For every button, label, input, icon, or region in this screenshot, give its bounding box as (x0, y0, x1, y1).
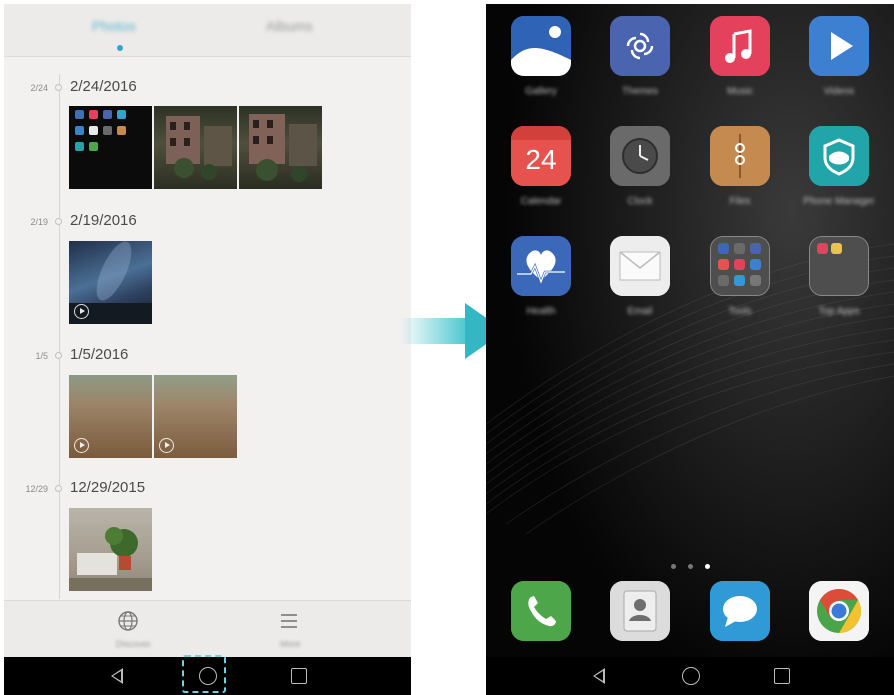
transition-arrow-shaft (400, 318, 468, 344)
files-app-icon[interactable] (710, 126, 770, 186)
home-screenshot-thumb (75, 110, 126, 151)
village-photo-thumb (249, 114, 317, 182)
clock-app-icon[interactable] (610, 126, 670, 186)
play-icon (74, 438, 89, 453)
timeline-node (55, 352, 62, 359)
app-label: Clock (627, 196, 653, 207)
calendar-app-icon[interactable]: 24 (511, 126, 571, 186)
chrome-app-icon[interactable] (809, 581, 869, 641)
app-label: Phone Manager (803, 196, 875, 207)
section-short-date: 2/24 (30, 83, 48, 93)
gallery-bottom-bar: Discover More (4, 600, 411, 658)
app-label: Top Apps (818, 306, 860, 317)
plant-photo-thumb (69, 527, 152, 591)
contacts-app-icon[interactable] (610, 581, 670, 641)
timeline-node (55, 84, 62, 91)
video-thumbnail[interactable] (154, 375, 237, 458)
timeline-node (55, 485, 62, 492)
photo-thumbnail[interactable] (154, 106, 237, 189)
app-label: Gallery (525, 86, 557, 97)
app-label: Themes (621, 86, 659, 97)
active-tab-indicator (117, 45, 123, 51)
village-photo-thumb (166, 116, 232, 180)
app-label: Files (729, 196, 751, 207)
gallery-app-icon[interactable] (511, 16, 571, 76)
phone-app-icon[interactable] (511, 581, 571, 641)
timeline-node (55, 218, 62, 225)
app-label: Email (627, 306, 653, 317)
home-icon[interactable] (682, 667, 700, 685)
photo-thumbnail[interactable] (69, 508, 152, 591)
gallery-screen: Photos Albums 2/24 2/24/2016 2/19 2/19/2… (4, 4, 411, 695)
photo-thumbnail[interactable] (239, 106, 322, 189)
tab-photos[interactable]: Photos (92, 18, 136, 40)
video-thumbnail[interactable] (69, 375, 152, 458)
globe-icon[interactable] (116, 609, 140, 633)
page-indicator (486, 556, 894, 574)
section-date: 2/24/2016 (70, 78, 137, 95)
video-thumbnail[interactable] (69, 241, 152, 324)
gallery-tab-bar: Photos Albums (4, 4, 411, 57)
back-icon[interactable] (593, 668, 605, 684)
page-dot (687, 564, 693, 569)
email-app-icon[interactable] (610, 236, 670, 296)
home-screen: Gallery Themes Music Videos 24 Calendar … (486, 4, 894, 695)
app-label: Calendar (520, 196, 562, 207)
back-icon[interactable] (111, 668, 123, 684)
recents-icon[interactable] (774, 668, 790, 684)
phone-manager-app-icon[interactable] (809, 126, 869, 186)
section-short-date: 2/19 (30, 217, 48, 227)
themes-app-icon[interactable] (610, 16, 670, 76)
app-label: Tools (728, 306, 752, 317)
menu-icon[interactable] (277, 609, 301, 633)
section-date: 2/19/2016 (70, 212, 137, 229)
home-button-highlight (182, 655, 226, 693)
section-date: 1/5/2016 (70, 346, 129, 363)
health-app-icon[interactable] (511, 236, 571, 296)
section-date: 12/29/2015 (70, 479, 146, 496)
tab-albums[interactable]: Albums (266, 18, 313, 40)
recents-icon[interactable] (291, 668, 307, 684)
photo-thumbnail[interactable] (69, 106, 152, 189)
more-label: More (280, 639, 301, 649)
page-dot (670, 564, 676, 569)
timeline-line (59, 74, 60, 599)
tools-folder-icon[interactable] (710, 236, 770, 296)
section-short-date: 1/5 (35, 351, 48, 361)
top-apps-folder-icon[interactable] (809, 236, 869, 296)
navigation-bar (486, 657, 894, 695)
play-icon (74, 304, 89, 319)
app-label: Music (726, 86, 754, 97)
videos-app-icon[interactable] (809, 16, 869, 76)
app-label: Health (526, 306, 556, 317)
app-label: Videos (823, 86, 855, 97)
page-dot-active (704, 564, 710, 569)
music-app-icon[interactable] (710, 16, 770, 76)
calendar-day: 24 (525, 144, 557, 175)
play-icon (159, 438, 174, 453)
section-short-date: 12/29 (25, 484, 48, 494)
discover-label: Discover (116, 639, 152, 649)
messaging-app-icon[interactable] (710, 581, 770, 641)
